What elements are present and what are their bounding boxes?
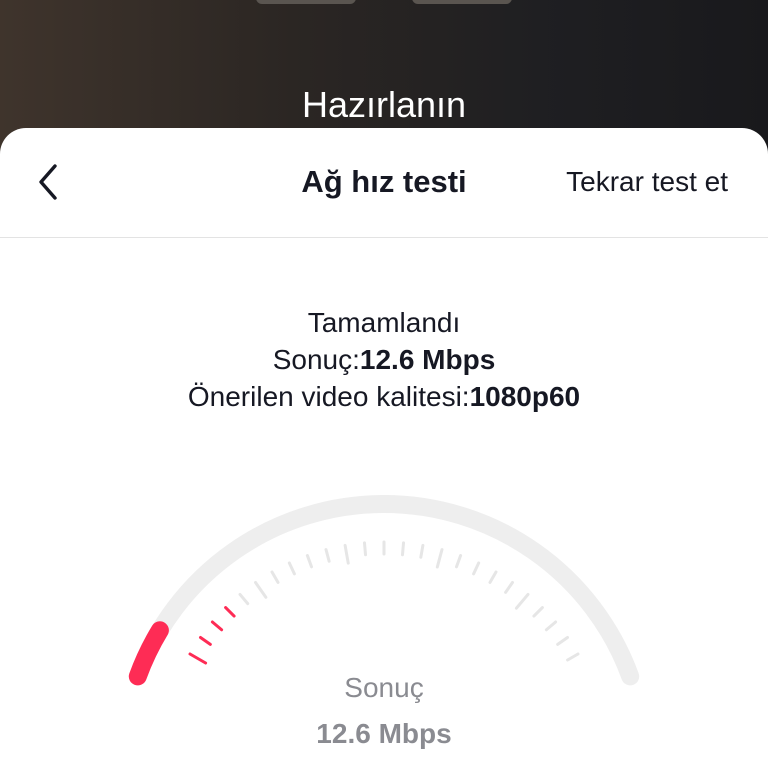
gauge-tick — [188, 652, 208, 665]
gauge-tick — [455, 554, 463, 569]
gauge-tick — [287, 561, 296, 576]
gauge-tick — [544, 620, 558, 632]
top-control-pill — [256, 0, 356, 4]
gauge-tick — [362, 541, 368, 557]
gauge-tick — [514, 592, 530, 610]
background-title: Hazırlanın — [301, 84, 467, 125]
gauge-tick — [324, 548, 331, 563]
gauge-tick — [224, 606, 236, 618]
gauge-tick — [435, 548, 444, 569]
gauge-tick — [210, 620, 224, 632]
gauge-label: Sonuç — [344, 672, 424, 703]
gauge-tick — [400, 541, 406, 557]
gauge-active-arc — [128, 621, 169, 686]
gauge-tick — [343, 543, 350, 565]
gauge-value: 12.6 Mbps — [316, 718, 452, 749]
gauge-tick — [488, 570, 498, 584]
network-speed-test-sheet: Ağ hız testi Tekrar test et Tamamlandı S… — [0, 128, 768, 768]
gauge-tick — [254, 581, 268, 599]
speed-test-screen: Hazırlanın Ağ hız testi Tekrar test et T… — [0, 0, 768, 768]
gauge-track — [128, 495, 640, 686]
gauge-tick — [504, 581, 514, 594]
gauge-tick — [472, 561, 481, 576]
top-control-pill — [412, 0, 512, 4]
gauge-tick — [305, 554, 313, 569]
gauge-tick — [270, 570, 280, 584]
gauge-tick — [566, 652, 580, 662]
gauge-tick — [556, 636, 569, 646]
gauge-tick — [238, 592, 250, 606]
gauge-tick — [419, 543, 425, 559]
gauge-tick — [199, 636, 212, 646]
gauge-tick — [532, 606, 544, 618]
